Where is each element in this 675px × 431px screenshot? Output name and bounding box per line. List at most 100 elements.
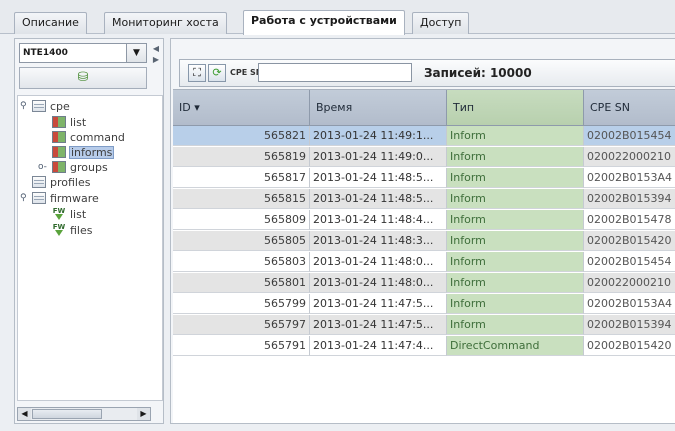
- cell-type: Inform: [447, 273, 584, 293]
- tab-access[interactable]: Доступ: [412, 12, 470, 34]
- table-row[interactable]: 565817 2013-01-24 11:48:5... Inform 02002B0…: [173, 168, 675, 188]
- tree-label-cpe: cpe: [50, 100, 70, 113]
- scroll-right-icon[interactable]: ▶: [137, 408, 150, 420]
- cell-type: Inform: [447, 189, 584, 209]
- scroll-left-icon[interactable]: ◀: [18, 408, 31, 420]
- table-row[interactable]: 565791 2013-01-24 11:47:4... DirectCommand…: [173, 336, 675, 356]
- cell-time: 2013-01-24 11:49:0...: [310, 147, 447, 167]
- tree-label-list: list: [70, 116, 87, 129]
- database-icon: ⛁: [77, 70, 89, 85]
- firmware-icon: FW: [52, 208, 66, 220]
- cell-time: 2013-01-24 11:48:3...: [310, 231, 447, 251]
- table-icon: [52, 131, 66, 143]
- cell-time: 2013-01-24 11:49:1...: [310, 126, 447, 146]
- cell-time: 2013-01-24 11:48:0...: [310, 273, 447, 293]
- cell-id: 565803: [173, 252, 310, 272]
- cell-cpe-sn: 02002B0153A4: [584, 168, 675, 188]
- column-header-time[interactable]: Время: [310, 90, 447, 126]
- folder-icon: [32, 176, 46, 188]
- cell-id: 565797: [173, 315, 310, 335]
- collapse-panel-icon[interactable]: ◀ ▶: [150, 43, 162, 69]
- cell-time: 2013-01-24 11:48:5...: [310, 189, 447, 209]
- device-select-value: NTE1400: [23, 48, 68, 58]
- cpe-sn-input[interactable]: [258, 63, 412, 82]
- table-row[interactable]: 565805 2013-01-24 11:48:3... Inform 02002B0…: [173, 231, 675, 251]
- cell-cpe-sn: 020022000210: [584, 273, 675, 293]
- tab-device-management[interactable]: Работа с устройствами: [243, 10, 405, 35]
- tree-label-command: command: [70, 131, 125, 144]
- table-row[interactable]: 565809 2013-01-24 11:48:4... Inform 02002B0…: [173, 210, 675, 230]
- column-header-type[interactable]: Тип: [447, 90, 584, 126]
- tab-bar: Описание Мониторинг хоста Работа с устро…: [0, 0, 675, 35]
- cell-time: 2013-01-24 11:47:5...: [310, 315, 447, 335]
- navigation-tree: ⚲ cpe list command informs o- groups pro…: [17, 95, 163, 401]
- tree-label-profiles: profiles: [50, 176, 91, 189]
- table-row[interactable]: 565799 2013-01-24 11:47:5... Inform 02002B0…: [173, 294, 675, 314]
- cell-cpe-sn: 02002B0153A4: [584, 294, 675, 314]
- tab-description[interactable]: Описание: [14, 12, 87, 34]
- cell-cpe-sn: 02002B015420: [584, 336, 675, 356]
- device-select[interactable]: NTE1400 ▼: [19, 43, 147, 63]
- folder-icon: [32, 192, 46, 204]
- database-button[interactable]: ⛁: [19, 67, 147, 89]
- cell-type: Inform: [447, 126, 584, 146]
- cell-type: Inform: [447, 315, 584, 335]
- cell-cpe-sn: 02002B015394: [584, 189, 675, 209]
- table-icon: [52, 116, 66, 128]
- cell-time: 2013-01-24 11:48:5...: [310, 168, 447, 188]
- cell-id: 565819: [173, 147, 310, 167]
- cell-id: 565799: [173, 294, 310, 314]
- cell-time: 2013-01-24 11:48:4...: [310, 210, 447, 230]
- cell-time: 2013-01-24 11:47:5...: [310, 294, 447, 314]
- cell-type: DirectCommand: [447, 336, 584, 356]
- expand-view-button[interactable]: ⛶: [188, 64, 206, 82]
- cell-type: Inform: [447, 210, 584, 230]
- cell-id: 565791: [173, 336, 310, 356]
- expand-view-icon: ⛶: [193, 66, 201, 79]
- collapse-icon[interactable]: ⚲: [20, 192, 27, 205]
- cell-id: 565821: [173, 126, 310, 146]
- cell-id: 565817: [173, 168, 310, 188]
- scrollbar-thumb[interactable]: [32, 409, 102, 419]
- collapse-icon[interactable]: ⚲: [20, 100, 27, 113]
- column-header-cpe-sn[interactable]: CPE SN: [584, 90, 675, 126]
- refresh-button[interactable]: ⟳: [208, 64, 226, 82]
- firmware-icon: FW: [52, 224, 66, 236]
- tab-host-monitoring[interactable]: Мониторинг хоста: [104, 12, 227, 34]
- tree-horizontal-scrollbar[interactable]: ◀ ▶: [17, 407, 151, 421]
- cell-id: 565815: [173, 189, 310, 209]
- navigation-panel: NTE1400 ▼ ◀ ▶ ⛁ ⚲ cpe list command inform…: [14, 38, 164, 424]
- expand-icon[interactable]: o-: [38, 161, 47, 174]
- cell-type: Inform: [447, 294, 584, 314]
- cell-time: 2013-01-24 11:48:0...: [310, 252, 447, 272]
- cell-type: Inform: [447, 168, 584, 188]
- tree-label-firmware: firmware: [50, 192, 99, 205]
- cell-cpe-sn: 02002B015394: [584, 315, 675, 335]
- cell-type: Inform: [447, 231, 584, 251]
- informs-table: ID ▾ Время Тип CPE SN 565821 2013-01-24 1…: [173, 89, 675, 423]
- table-row[interactable]: 565821 2013-01-24 11:49:1... Inform 02002B0…: [173, 126, 675, 146]
- cell-cpe-sn: 02002B015478: [584, 210, 675, 230]
- table-row[interactable]: 565801 2013-01-24 11:48:0... Inform 0200220…: [173, 273, 675, 293]
- folder-icon: [32, 100, 46, 112]
- refresh-icon: ⟳: [212, 66, 222, 79]
- cell-type: Inform: [447, 147, 584, 167]
- column-header-id[interactable]: ID ▾: [173, 90, 310, 126]
- cell-type: Inform: [447, 252, 584, 272]
- cell-id: 565805: [173, 231, 310, 251]
- tree-label-informs: informs: [69, 146, 115, 159]
- tree-label-fw-list: list: [70, 208, 87, 221]
- toolbar: ⛶ ⟳ CPE SN: Записей: 10000: [179, 59, 675, 87]
- tree-label-files: files: [70, 224, 93, 237]
- cell-cpe-sn: 02002B015454: [584, 126, 675, 146]
- table-row[interactable]: 565803 2013-01-24 11:48:0... Inform 02002B0…: [173, 252, 675, 272]
- informs-panel: ⛶ ⟳ CPE SN: Записей: 10000 ID ▾ Время Ти…: [170, 38, 675, 424]
- cell-cpe-sn: 020022000210: [584, 147, 675, 167]
- record-count: Записей: 10000: [424, 66, 532, 80]
- table-row[interactable]: 565797 2013-01-24 11:47:5... Inform 02002B0…: [173, 315, 675, 335]
- table-row[interactable]: 565819 2013-01-24 11:49:0... Inform 0200220…: [173, 147, 675, 167]
- table-row[interactable]: 565815 2013-01-24 11:48:5... Inform 02002B0…: [173, 189, 675, 209]
- chevron-down-icon[interactable]: ▼: [126, 44, 146, 62]
- cell-id: 565809: [173, 210, 310, 230]
- cell-time: 2013-01-24 11:47:4...: [310, 336, 447, 356]
